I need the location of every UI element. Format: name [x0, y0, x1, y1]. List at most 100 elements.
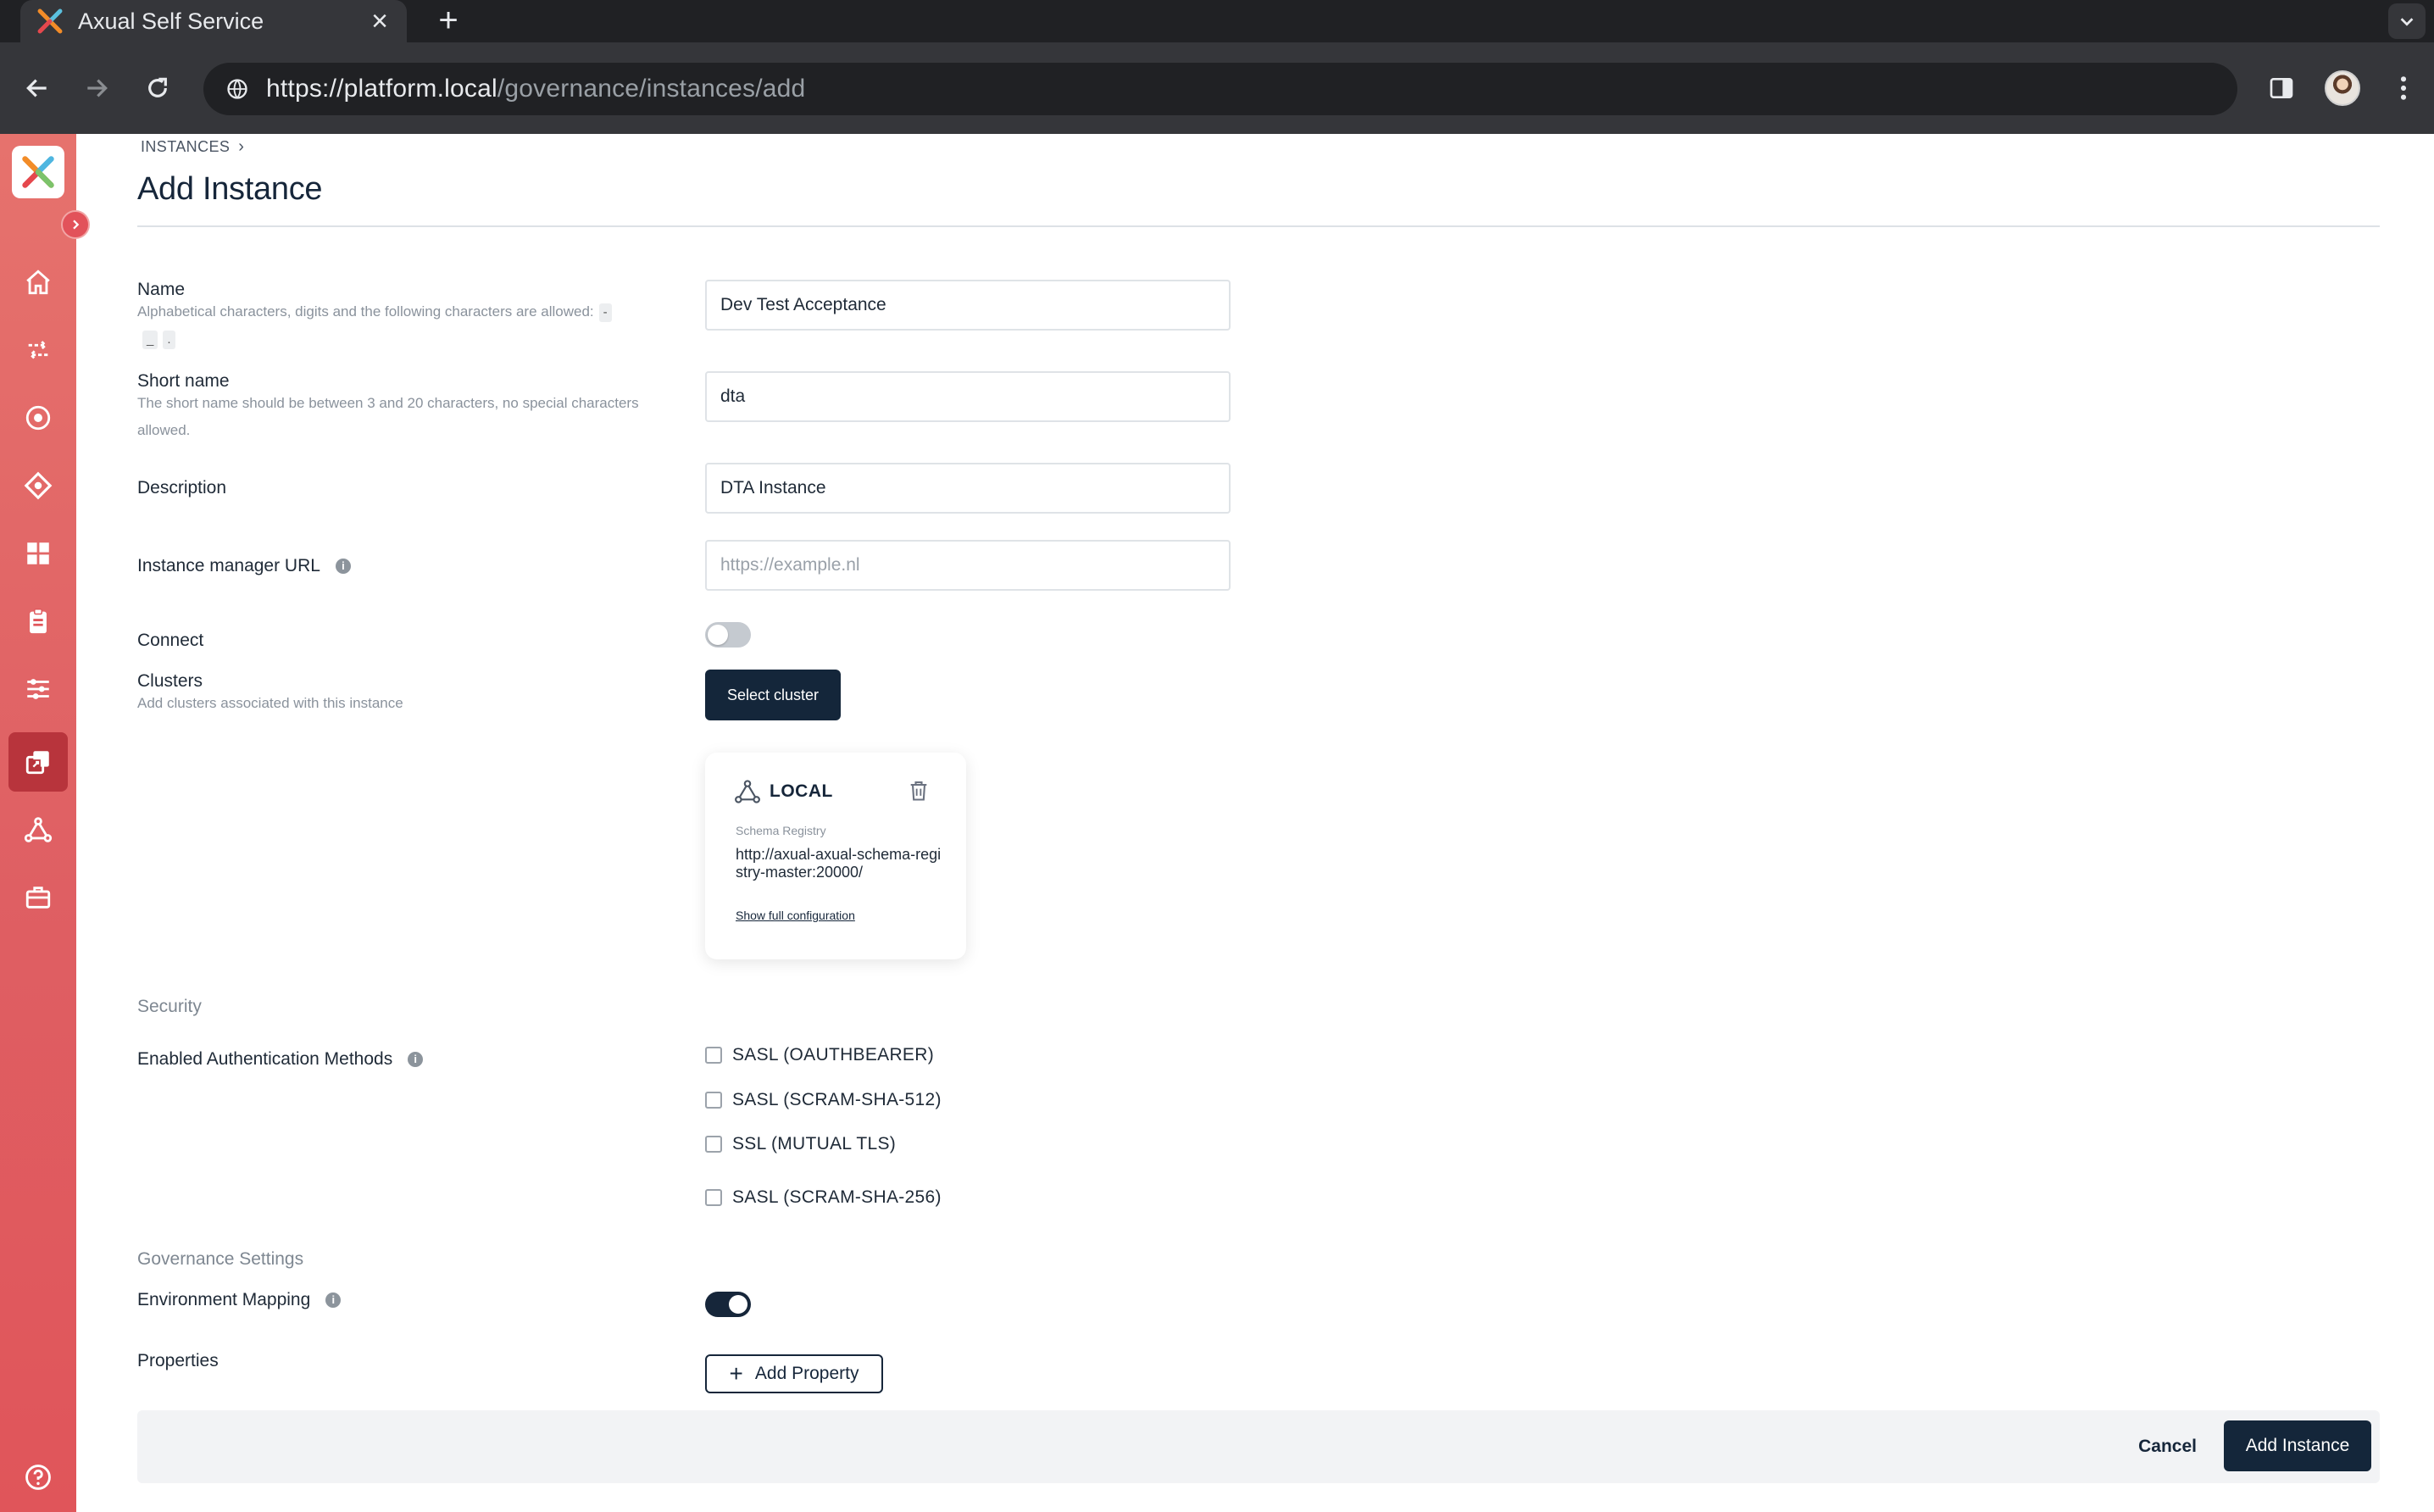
info-icon[interactable]: i: [335, 559, 351, 575]
reload-icon[interactable]: [134, 64, 181, 112]
sidebar-item-schemas[interactable]: [8, 456, 68, 515]
axual-logo-icon: [22, 156, 54, 188]
environment-mapping-toggle[interactable]: [705, 1292, 751, 1317]
schema-registry-url: http://axual-axual-schema-registry-maste…: [736, 846, 942, 881]
app-logo[interactable]: [12, 146, 64, 198]
home-icon: [26, 270, 50, 295]
info-icon[interactable]: i: [408, 1052, 424, 1068]
network-icon: [24, 817, 53, 842]
sidebar-item-clipboard[interactable]: [8, 592, 68, 651]
select-cluster-button[interactable]: Select cluster: [705, 670, 841, 720]
name-input[interactable]: [705, 280, 1231, 331]
instance-manager-url-label: Instance manager URL i: [137, 556, 351, 576]
properties-label: Properties: [137, 1351, 219, 1370]
cluster-card: LOCAL Schema Registry http://axual-axual…: [705, 753, 966, 959]
add-instance-button[interactable]: Add Instance: [2224, 1420, 2371, 1471]
short-name-hint: The short name should be between 3 and 2…: [137, 395, 639, 438]
url-host: https://platform.local: [266, 75, 497, 103]
page-title: Add Instance: [137, 171, 323, 207]
diamond-icon: [24, 471, 53, 500]
auth-method-checkbox-row[interactable]: SASL (SCRAM-SHA-256): [705, 1187, 942, 1208]
allowed-char-chip: .: [163, 331, 175, 349]
forward-icon[interactable]: [73, 64, 120, 112]
new-tab-icon[interactable]: +: [427, 0, 470, 42]
sidebar-item-streams[interactable]: [8, 320, 68, 380]
auth-method-label: SASL (SCRAM-SHA-512): [732, 1090, 942, 1109]
checkbox[interactable]: [705, 1189, 722, 1206]
sidebar-item-help[interactable]: [8, 1448, 68, 1507]
environment-mapping-label-text: Environment Mapping: [137, 1290, 311, 1309]
checkbox[interactable]: [705, 1136, 722, 1153]
close-tab-icon[interactable]: ×: [361, 0, 398, 42]
allowed-char-chip: _: [142, 331, 158, 349]
trash-icon[interactable]: [907, 778, 931, 803]
chevron-right-icon: ›: [238, 137, 245, 156]
add-property-button[interactable]: + Add Property: [705, 1354, 883, 1393]
short-name-input[interactable]: [705, 371, 1231, 422]
network-icon: [735, 780, 760, 803]
governance-section-label: Governance Settings: [137, 1249, 304, 1269]
schema-registry-label: Schema Registry: [736, 824, 826, 837]
sidebar-item-applications[interactable]: [8, 388, 68, 447]
tab-search-chevron-icon[interactable]: [2388, 3, 2426, 39]
axual-logo-icon: [37, 8, 63, 34]
description-label: Description: [137, 478, 227, 498]
auth-methods-label: Enabled Authentication Methods i: [137, 1049, 424, 1070]
breadcrumb: INSTANCES ›: [141, 137, 244, 157]
sidebar-item-toolbox[interactable]: [8, 868, 68, 927]
browser-tab-title: Axual Self Service: [78, 8, 264, 34]
breadcrumb-instances[interactable]: INSTANCES: [141, 138, 230, 156]
title-divider: [137, 225, 2380, 227]
security-section-label: Security: [137, 997, 202, 1016]
side-panel-icon[interactable]: [2258, 64, 2305, 112]
avatar: [2325, 70, 2360, 106]
sidebar-item-clusters[interactable]: [8, 800, 68, 859]
info-icon[interactable]: i: [325, 1292, 342, 1309]
plus-icon: +: [729, 1360, 743, 1387]
app-sidebar: [0, 134, 90, 1512]
address-bar[interactable]: https://platform.local/governance/instan…: [203, 63, 2237, 115]
sidebar-item-settings[interactable]: [8, 659, 68, 719]
cluster-name: LOCAL: [770, 781, 833, 801]
browser-tab-bar: Axual Self Service × +: [0, 0, 2434, 42]
streams-arrows-icon: [28, 341, 48, 359]
connect-toggle[interactable]: [705, 622, 751, 648]
instances-icon: [25, 751, 49, 775]
show-full-configuration-link[interactable]: Show full configuration: [736, 909, 855, 922]
url-text: https://platform.local/governance/instan…: [266, 75, 805, 103]
add-property-label: Add Property: [754, 1364, 859, 1383]
browser-menu-icon[interactable]: [2380, 64, 2427, 112]
auth-method-checkbox-row[interactable]: SASL (OAUTHBEARER): [705, 1045, 934, 1065]
auth-method-checkbox-row[interactable]: SASL (SCRAM-SHA-512): [705, 1090, 942, 1110]
instance-manager-url-label-text: Instance manager URL: [137, 556, 320, 575]
clusters-label: Clusters: [137, 671, 203, 691]
site-info-icon[interactable]: [225, 77, 249, 101]
url-path: /governance/instances/add: [497, 75, 806, 103]
profile-avatar[interactable]: [2319, 64, 2366, 112]
toolbox-icon: [25, 887, 51, 909]
description-input[interactable]: [705, 463, 1231, 514]
instance-manager-url-input[interactable]: [705, 540, 1231, 591]
auth-method-label: SASL (SCRAM-SHA-256): [732, 1187, 942, 1207]
back-icon[interactable]: [14, 64, 61, 112]
environment-mapping-label: Environment Mapping i: [137, 1290, 342, 1310]
allowed-char-chip: -: [598, 303, 612, 322]
checkbox[interactable]: [705, 1047, 722, 1064]
toggle-knob: [729, 1295, 747, 1314]
sidebar-item-dashboard[interactable]: [8, 524, 68, 583]
sidebar-item-instances[interactable]: [8, 732, 68, 792]
auth-methods-label-text: Enabled Authentication Methods: [137, 1049, 393, 1069]
short-name-label: Short name: [137, 371, 230, 391]
auth-method-checkbox-row[interactable]: SSL (MUTUAL TLS): [705, 1134, 896, 1154]
cancel-button[interactable]: Cancel: [2138, 1429, 2197, 1465]
name-hint: Alphabetical characters, digits and the …: [137, 298, 663, 353]
main-content: INSTANCES › Add Instance Name Alphabetic…: [76, 134, 2434, 1512]
browser-tab[interactable]: Axual Self Service ×: [20, 0, 407, 42]
clipboard-icon: [30, 609, 47, 634]
form-footer: Cancel Add Instance: [137, 1410, 2380, 1483]
name-label: Name: [137, 280, 186, 299]
checkbox[interactable]: [705, 1092, 722, 1109]
sidebar-item-home[interactable]: [8, 253, 68, 312]
name-hint-text: Alphabetical characters, digits and the …: [137, 303, 594, 320]
auth-method-label: SASL (OAUTHBEARER): [732, 1045, 934, 1065]
